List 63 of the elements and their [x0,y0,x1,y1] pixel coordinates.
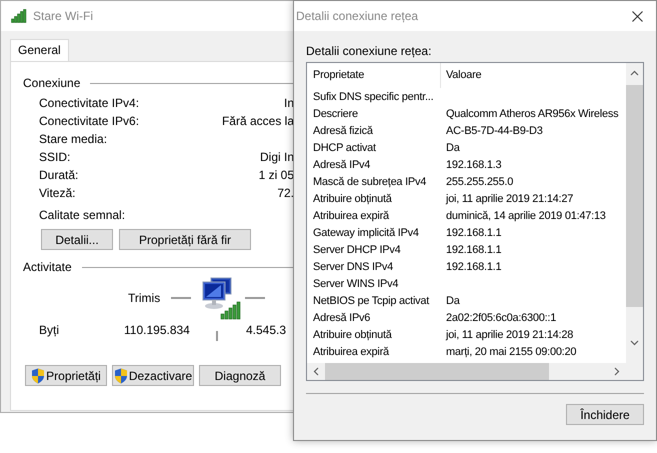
field-label: SSID: [39,150,70,164]
table-cell-text: Mască de subrețea IPv4 [312,176,428,188]
table-cell-text: 192.168.1.1 [445,244,502,256]
column-header[interactable]: Proprietate [307,63,440,88]
table-cell-text: Server DHCP IPv4 [312,244,402,256]
table-cell-text: 192.168.1.3 [445,158,502,170]
table-cell-text: Descriere [312,108,359,120]
table-cell-text: DHCP activat [312,142,377,154]
close-icon[interactable] [632,10,643,22]
field-value: 72. [277,186,294,200]
section-title: Activitate [23,260,72,274]
table-cell-text: 255.255.255.0 [445,176,514,188]
list-caption: Detalii conexiune rețea: [306,44,432,60]
table-cell-text: Atribuirea expiră [312,210,390,222]
table-cell-text: Sufix DNS specific pentr... [312,90,434,102]
vertical-scrollbar[interactable] [626,63,643,363]
close-button[interactable]: Închidere [566,404,644,425]
field-label: Viteză: [39,186,76,200]
button[interactable]: Proprietăți [25,365,107,386]
field-label: Stare media: [39,132,108,146]
table-cell-text: 2a02:2f05:6c0a:6300::1 [445,312,558,324]
table-cell-text: Atribuire obținută [312,192,393,204]
table-cell-text: Adresă fizică [312,124,374,136]
window-title: Stare Wi-Fi [33,9,93,23]
button[interactable]: Diagnoză [199,365,281,386]
shield-icon [31,368,46,384]
button[interactable]: Proprietăți fără fir [119,229,251,250]
table-cell-text: Da [445,294,461,306]
table-cell-text: Server WINS IPv4 [312,278,400,290]
table-cell-text: NetBIOS pe Tcpip activat [312,294,430,306]
tab[interactable]: General [10,39,69,61]
table-cell-text: joi, 11 aprilie 2019 21:14:27 [444,192,574,204]
field-label: Conectivitate IPv4: [39,96,140,110]
column-header[interactable]: Valoare [440,63,625,88]
window-title: Detalii conexiune rețea [296,9,418,23]
field-label: Durată: [39,168,78,182]
table-cell-text: Atribuirea expiră [312,346,390,358]
field-label: Conectivitate IPv6: [39,114,140,128]
table-cell-text: AC-B5-7D-44-B9-D3 [445,124,544,136]
table-cell-text: Gateway implicită IPv4 [312,226,420,238]
section-title: Conexiune [23,76,80,90]
table-cell-text: marți, 20 mai 2155 09:00:20 [445,346,578,358]
table-cell-text: Server DNS IPv4 [312,260,394,272]
horizontal-scrollbar[interactable] [307,363,643,380]
button[interactable]: Dezactivare [112,365,194,386]
table-cell-text: Adresă IPv4 [312,158,372,170]
field-value: 4.545.3 [246,323,286,337]
field-value: 1 zi 05 [258,168,294,182]
field-value: Fără acces la [222,114,294,128]
signal-bars-icon [11,9,27,23]
table-cell-text: 192.168.1.1 [445,260,502,272]
table-cell-text: Atribuire obținută [312,328,393,340]
button[interactable]: Detalii... [41,229,113,250]
field-value: 110.195.834 [124,323,191,337]
table-cell-text: duminică, 14 aprilie 2019 01:47:13 [445,210,607,222]
table-cell-text: Da [445,142,461,154]
table-cell-text: Adresă IPv6 [312,312,372,324]
shield-icon [114,368,128,384]
table-cell-text: joi, 11 aprilie 2019 21:14:28 [444,328,574,340]
sent-label: Trimis [128,291,160,305]
field-label: Byți [39,323,60,337]
table-cell-text: Qualcomm Atheros AR956x Wireless [445,108,620,120]
table-cell-text: 192.168.1.1 [445,226,502,238]
